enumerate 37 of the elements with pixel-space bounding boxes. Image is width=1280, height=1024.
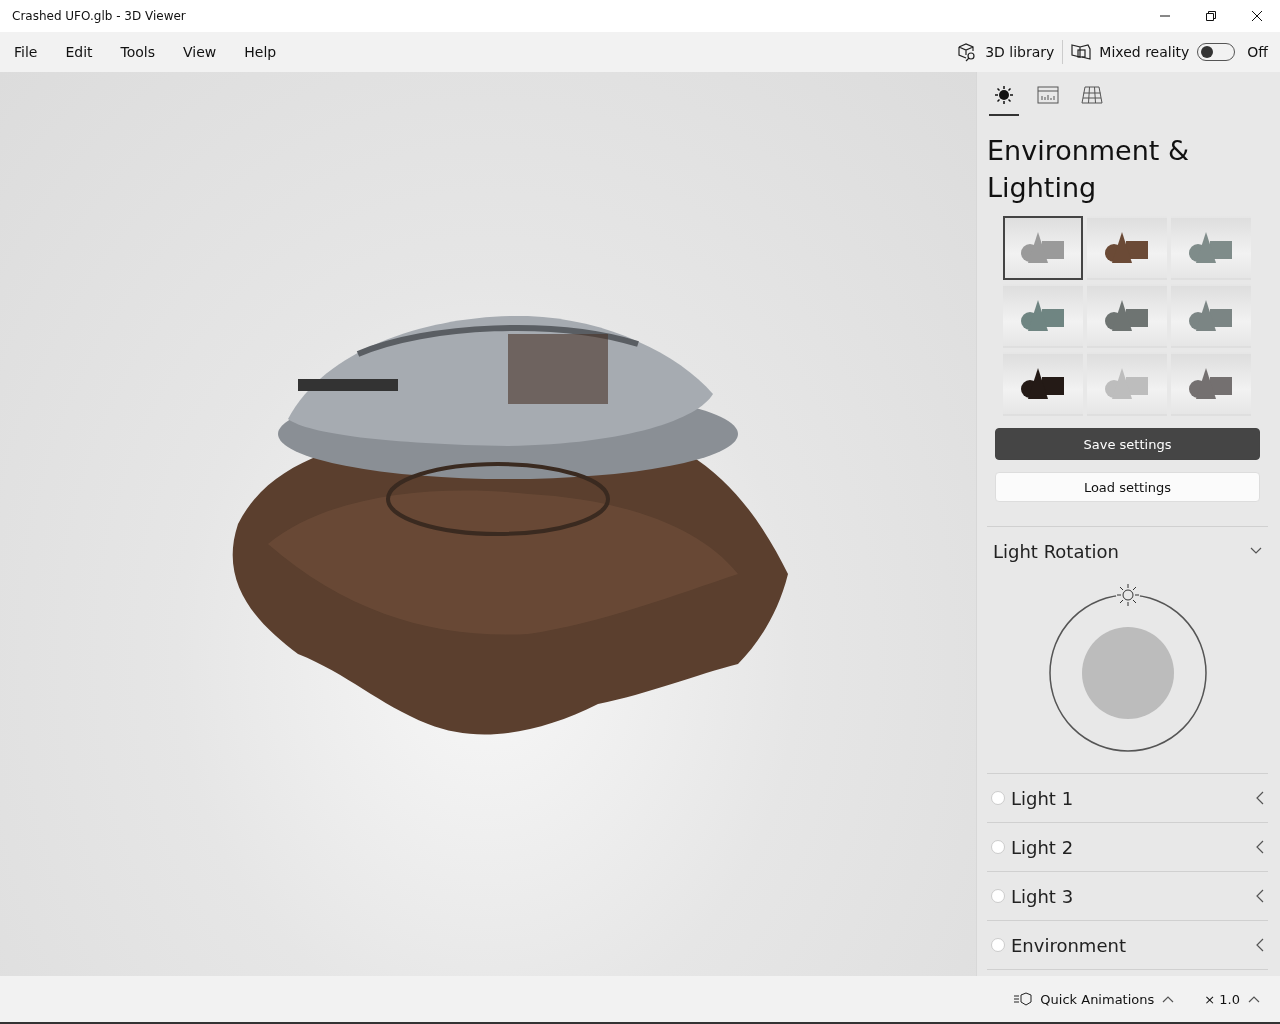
environment-preset[interactable] xyxy=(1087,216,1167,280)
menu-item[interactable]: View xyxy=(173,44,227,60)
light-row[interactable]: Light 3 xyxy=(987,872,1268,921)
sun-icon xyxy=(994,85,1014,105)
environment-preset[interactable] xyxy=(1003,216,1083,280)
light-row[interactable]: Environment xyxy=(987,921,1268,970)
close-icon xyxy=(1252,11,1262,21)
menu-item[interactable]: Help xyxy=(234,44,287,60)
restore-icon xyxy=(1206,11,1216,21)
caret-icon xyxy=(1250,547,1262,555)
save-settings-button[interactable]: Save settings xyxy=(995,428,1260,460)
chart-icon xyxy=(1037,86,1059,104)
cube-search-icon xyxy=(957,42,978,62)
chevron-icon xyxy=(1256,938,1264,952)
library-button[interactable]: 3D library xyxy=(949,36,1063,68)
environment-preset[interactable] xyxy=(1003,352,1083,416)
toggle-state: Off xyxy=(1247,44,1268,60)
chevron-icon xyxy=(1256,840,1264,854)
light-row[interactable]: Light 1 xyxy=(987,774,1268,823)
chevron-icon xyxy=(1256,791,1264,805)
caret-icon xyxy=(1162,995,1175,1003)
animation-icon xyxy=(1014,992,1033,1006)
grid-icon xyxy=(1081,86,1103,104)
load-settings-button[interactable]: Load settings xyxy=(995,472,1260,502)
chevron-icon xyxy=(1256,889,1264,903)
panel-title: Environment & Lighting xyxy=(987,134,1191,205)
light-row[interactable]: Light 2 xyxy=(987,823,1268,872)
speed-button[interactable]: × 1.0 xyxy=(1198,990,1266,1008)
mixed-reality-button[interactable]: Mixed reality xyxy=(1063,36,1198,68)
light-rotation-header[interactable]: Light Rotation xyxy=(987,527,1268,575)
cubes-icon xyxy=(1071,42,1092,62)
menu-item[interactable]: Edit xyxy=(55,44,103,60)
window-title: Crashed UFO.glb - 3D Viewer xyxy=(12,9,187,23)
quick-animations-button[interactable]: Quick Animations xyxy=(1008,990,1181,1008)
caret-icon xyxy=(1248,995,1260,1003)
menu-item[interactable]: Tools xyxy=(110,44,166,60)
menu-item[interactable]: File xyxy=(4,44,48,60)
